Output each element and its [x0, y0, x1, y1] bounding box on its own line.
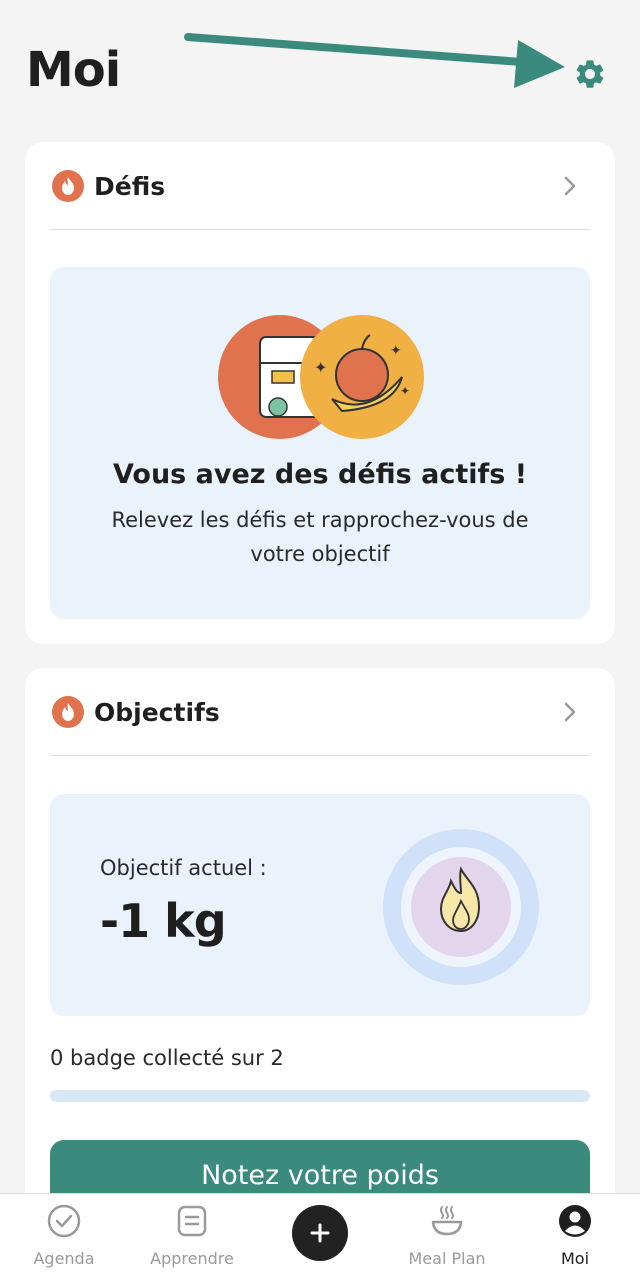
svg-text:✦: ✦: [400, 384, 410, 398]
defis-card: Défis ✦ ✦ ✦ Vous avez des défis actifs !…: [25, 142, 615, 644]
header: Moi: [0, 0, 640, 130]
add-button[interactable]: [292, 1205, 348, 1261]
tab-apprendre-label: Apprendre: [150, 1249, 234, 1268]
chevron-right-icon: [564, 176, 576, 196]
chevron-right-icon: [564, 702, 576, 722]
objectifs-card: Objectifs Objectif actuel : -1 kg 0 badg…: [25, 668, 615, 1228]
tab-meal-plan[interactable]: Meal Plan: [387, 1194, 507, 1280]
current-goal-label: Objectif actuel :: [100, 856, 267, 880]
defis-header[interactable]: Défis: [25, 142, 615, 230]
challenge-illustration: ✦ ✦ ✦: [218, 315, 424, 439]
defis-banner[interactable]: ✦ ✦ ✦ Vous avez des défis actifs ! Relev…: [50, 267, 590, 619]
tab-bar: Agenda Apprendre Meal Plan Moi: [0, 1193, 640, 1280]
user-icon: [559, 1205, 591, 1237]
badges-progress-bar: [50, 1090, 590, 1102]
defis-heading: Vous avez des défis actifs !: [112, 459, 528, 490]
flame-icon: [52, 696, 84, 728]
settings-button[interactable]: [568, 52, 612, 96]
goal-flame-badge-icon: [383, 829, 539, 985]
defis-title: Défis: [94, 171, 166, 201]
flame-icon: [52, 170, 84, 202]
bowl-icon: [431, 1206, 463, 1236]
gear-icon: [576, 60, 604, 88]
document-icon: [177, 1205, 207, 1237]
tab-moi-label: Moi: [560, 1249, 590, 1268]
page-title: Moi: [26, 42, 121, 98]
tab-agenda-label: Agenda: [33, 1249, 95, 1268]
check-circle-icon: [47, 1204, 81, 1238]
tab-moi[interactable]: Moi: [515, 1194, 635, 1280]
objectifs-header[interactable]: Objectifs: [25, 668, 615, 756]
current-goal-value: -1 kg: [100, 894, 227, 948]
tab-meal-plan-label: Meal Plan: [408, 1249, 486, 1268]
svg-text:✦: ✦: [390, 343, 402, 359]
plus-icon: [310, 1223, 330, 1243]
divider: [50, 229, 590, 230]
current-goal-box[interactable]: Objectif actuel : -1 kg: [50, 794, 590, 1016]
objectifs-title: Objectifs: [94, 697, 220, 727]
tab-apprendre[interactable]: Apprendre: [132, 1194, 252, 1280]
svg-text:✦: ✦: [314, 358, 327, 377]
badges-progress-text: 0 badge collecté sur 2: [50, 1046, 284, 1070]
defis-description: Relevez les défis et rapprochez-vous de …: [111, 508, 529, 566]
tab-agenda[interactable]: Agenda: [4, 1194, 124, 1280]
divider: [50, 755, 590, 756]
